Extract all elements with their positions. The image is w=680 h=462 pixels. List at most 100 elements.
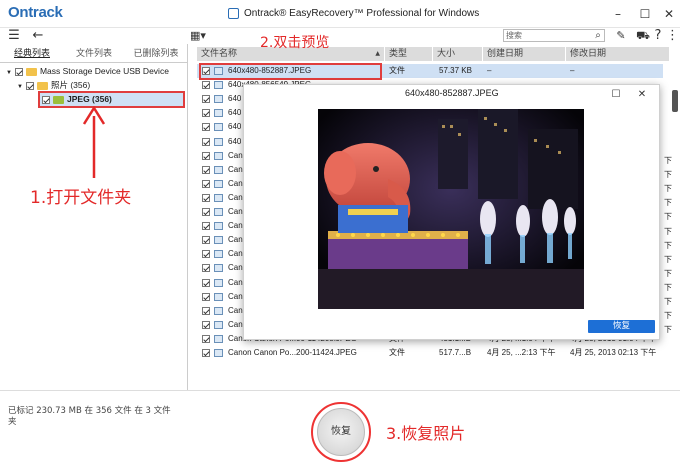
file-name: 640	[228, 136, 242, 146]
checkbox[interactable]	[202, 81, 210, 90]
table-row[interactable]: Canon Canon Po...200-11424.JPEG 文件 517.7..…	[197, 346, 663, 360]
image-file-icon	[214, 236, 223, 245]
checkbox[interactable]	[202, 151, 210, 160]
tab-classic-list[interactable]: 经典列表	[4, 47, 60, 61]
image-file-icon	[214, 320, 223, 329]
expand-icon[interactable]: ▼	[6, 70, 12, 76]
preview-maximize-button[interactable]: ☐	[608, 87, 624, 103]
checkbox[interactable]	[42, 95, 50, 104]
ontrack-logo: Ontrack	[8, 4, 63, 21]
file-modified: –	[570, 66, 575, 75]
clipped-cell: 下	[664, 268, 672, 278]
checkbox[interactable]	[202, 123, 210, 132]
file-name: 640	[228, 94, 242, 104]
checkbox[interactable]	[202, 306, 210, 315]
tree-item-jpeg[interactable]: JPEG (356)	[42, 92, 112, 106]
back-arrow-icon[interactable]: ←	[30, 28, 46, 44]
folder-icon	[36, 81, 48, 90]
maximize-button[interactable]: ☐	[637, 6, 653, 22]
column-modified[interactable]: 修改日期	[566, 47, 670, 61]
annotation-step3: 3.恢复照片	[386, 424, 466, 443]
clipped-cell: 下	[664, 212, 672, 222]
checkbox[interactable]	[202, 95, 210, 104]
clipped-cell: 下	[664, 226, 672, 236]
preview-title: 640x480-852887.JPEG	[405, 88, 499, 98]
cart-icon[interactable]: ⛟	[636, 28, 650, 44]
tab-file-list[interactable]: 文件列表	[66, 47, 122, 61]
image-file-icon	[214, 250, 223, 259]
tree-label: Mass Storage Device USB Device	[39, 66, 169, 76]
file-name: 640	[228, 108, 242, 118]
tab-deleted-list[interactable]: 已删除列表	[126, 47, 186, 61]
minimize-button[interactable]: –	[610, 6, 626, 22]
wrench-icon[interactable]: ✎	[614, 28, 628, 44]
clipped-cell: 下	[664, 240, 672, 250]
checkbox[interactable]	[202, 278, 210, 287]
file-name: Can	[228, 178, 243, 188]
image-file-icon	[214, 179, 223, 188]
checkbox[interactable]	[202, 193, 210, 202]
app-icon	[228, 8, 239, 19]
clipped-cell: 下	[664, 325, 672, 335]
search-input[interactable]: 搜索	[503, 29, 605, 42]
clipped-cell: 下	[664, 297, 672, 306]
column-size[interactable]: 大小	[433, 47, 483, 61]
scrollbar[interactable]	[672, 90, 678, 112]
file-created: 4月 25, ...2:13 下午	[487, 348, 556, 357]
image-file-icon	[214, 193, 223, 202]
file-size: 57.37 KB	[439, 66, 472, 75]
preview-close-button[interactable]: ✕	[634, 87, 650, 103]
tree-label: 照片 (356)	[50, 80, 91, 90]
checkbox[interactable]	[202, 109, 210, 118]
image-file-icon	[214, 278, 223, 287]
parade-float-image	[318, 109, 584, 309]
checkbox[interactable]	[202, 250, 210, 259]
clipped-cell: 下	[664, 170, 672, 180]
sort-up-icon: ▲	[375, 50, 380, 57]
checkbox[interactable]	[202, 292, 210, 301]
checkbox[interactable]	[202, 264, 210, 273]
checkbox[interactable]	[202, 236, 210, 245]
checkbox[interactable]	[202, 179, 210, 188]
menu-icon[interactable]: ☰	[6, 28, 22, 44]
annotation-step1: 1.打开文件夹	[30, 188, 132, 208]
checkbox[interactable]	[202, 208, 210, 216]
expand-icon[interactable]: ▼	[17, 84, 23, 90]
file-modified: 4月 25, 2013 02:13 下午	[570, 348, 657, 357]
image-file-icon	[214, 264, 223, 273]
checkbox[interactable]	[25, 81, 34, 90]
file-name: Can	[228, 291, 243, 301]
close-button[interactable]: ✕	[661, 6, 677, 22]
search-icon[interactable]: ⌕	[592, 28, 604, 44]
more-icon[interactable]: ⋮	[666, 28, 679, 44]
tree-label: JPEG (356)	[67, 94, 112, 104]
column-type[interactable]: 类型	[385, 47, 433, 61]
checkbox[interactable]	[202, 320, 210, 329]
checkbox[interactable]	[202, 165, 210, 174]
tree-item-device[interactable]: ▼ Mass Storage Device USB Device	[6, 64, 169, 78]
file-name: Can	[228, 235, 243, 245]
view-grid-icon[interactable]: ▦▾	[187, 28, 209, 44]
image-file-icon	[214, 109, 223, 118]
tree-item-photos[interactable]: ▼ 照片 (356)	[17, 78, 90, 92]
preview-photo	[318, 109, 584, 309]
file-name: Can	[228, 192, 243, 202]
clipped-cell: 下	[664, 198, 672, 208]
checkbox[interactable]	[202, 222, 210, 231]
checkbox[interactable]	[202, 349, 210, 357]
restore-button[interactable]: 恢复	[317, 408, 365, 456]
column-created[interactable]: 创建日期	[483, 47, 566, 61]
image-file-icon	[214, 81, 223, 90]
checkbox[interactable]	[202, 137, 210, 146]
preview-restore-button[interactable]: 恢复	[588, 320, 655, 333]
file-name: Can	[228, 263, 243, 273]
help-icon[interactable]: ?	[652, 28, 664, 44]
clipped-cell: 下	[664, 311, 672, 321]
checkbox[interactable]	[202, 334, 210, 343]
checkbox[interactable]	[14, 67, 23, 76]
clipped-cell: 下	[664, 156, 672, 165]
file-name: 640	[228, 122, 242, 132]
image-file-icon	[214, 165, 223, 174]
divider	[0, 62, 188, 63]
file-created: –	[487, 66, 492, 75]
